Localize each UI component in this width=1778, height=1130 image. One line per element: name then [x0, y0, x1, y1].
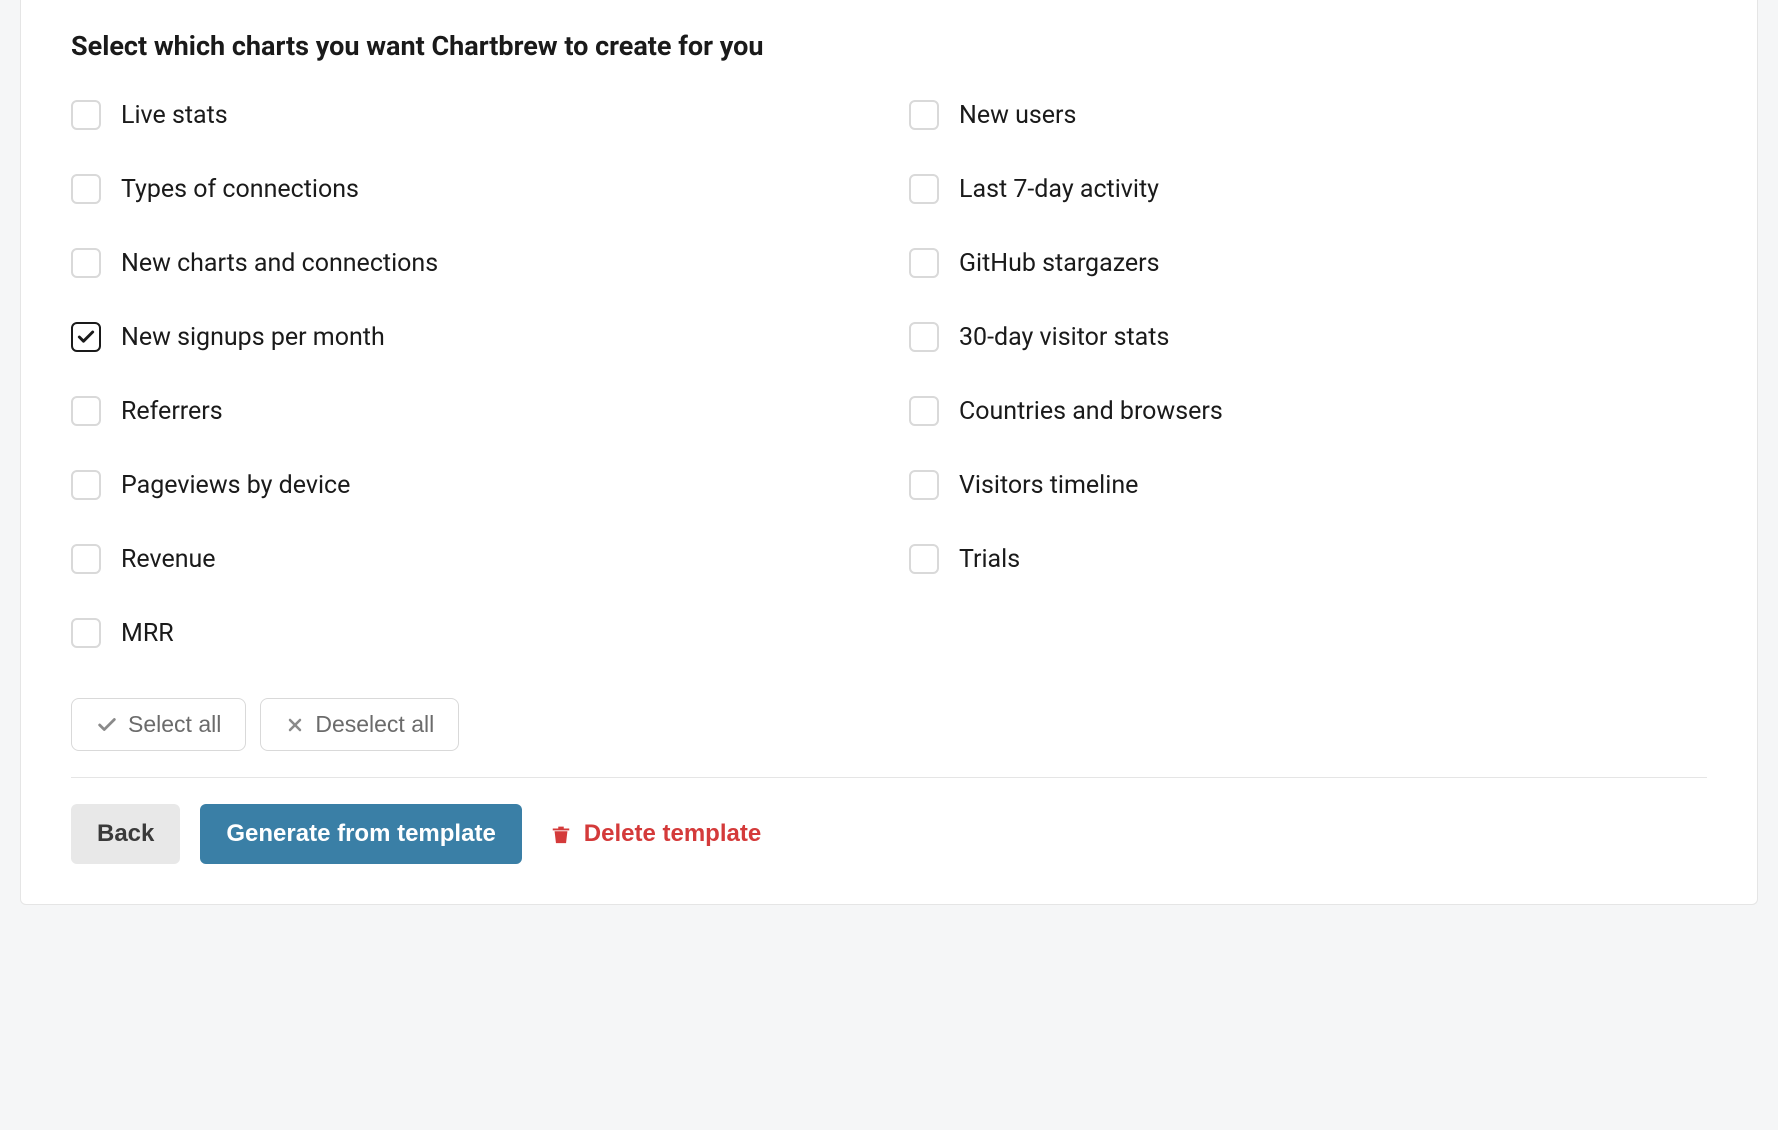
options-column-left: Live stats Types of connections New charts… [71, 100, 869, 648]
select-buttons-row: Select all Deselect all [71, 698, 1707, 751]
chart-option[interactable]: New users [909, 100, 1707, 130]
checkbox[interactable] [909, 100, 939, 130]
chart-option-label: Trials [959, 545, 1020, 574]
chart-option-label: New users [959, 101, 1076, 130]
chart-option[interactable]: Revenue [71, 544, 869, 574]
checkbox[interactable] [909, 174, 939, 204]
checkbox[interactable] [909, 396, 939, 426]
chart-option-label: New signups per month [121, 323, 385, 352]
chart-option[interactable]: GitHub stargazers [909, 248, 1707, 278]
chart-option[interactable]: 30-day visitor stats [909, 322, 1707, 352]
checkbox[interactable] [71, 470, 101, 500]
checkbox[interactable] [909, 544, 939, 574]
close-icon [285, 715, 305, 735]
trash-icon [550, 822, 572, 846]
checkbox[interactable] [71, 100, 101, 130]
chart-option[interactable]: Countries and browsers [909, 396, 1707, 426]
deselect-all-label: Deselect all [315, 711, 434, 738]
divider [71, 777, 1707, 778]
delete-template-label: Delete template [584, 820, 761, 848]
checkbox[interactable] [909, 470, 939, 500]
checkbox[interactable] [909, 248, 939, 278]
chart-option-label: Visitors timeline [959, 471, 1138, 500]
chart-option-label: 30-day visitor stats [959, 323, 1169, 352]
deselect-all-button[interactable]: Deselect all [260, 698, 459, 751]
chart-option-label: Last 7-day activity [959, 175, 1159, 204]
chart-option[interactable]: Visitors timeline [909, 470, 1707, 500]
chart-option-label: Pageviews by device [121, 471, 350, 500]
chart-option[interactable]: Pageviews by device [71, 470, 869, 500]
back-button[interactable]: Back [71, 804, 180, 864]
checkbox[interactable] [909, 322, 939, 352]
chart-option[interactable]: New signups per month [71, 322, 869, 352]
chart-option[interactable]: MRR [71, 618, 869, 648]
select-all-label: Select all [128, 711, 221, 738]
checkbox[interactable] [71, 396, 101, 426]
chart-option[interactable]: Last 7-day activity [909, 174, 1707, 204]
checkmark-icon [76, 327, 96, 347]
select-all-button[interactable]: Select all [71, 698, 246, 751]
chart-option-label: Referrers [121, 397, 223, 426]
options-column-right: New users Last 7-day activity GitHub starg… [909, 100, 1707, 648]
chart-option[interactable]: New charts and connections [71, 248, 869, 278]
action-row: Back Generate from template Delete templ… [71, 804, 1707, 864]
generate-button[interactable]: Generate from template [200, 804, 521, 864]
checkbox[interactable] [71, 618, 101, 648]
chart-option-label: GitHub stargazers [959, 249, 1160, 278]
chart-option-label: New charts and connections [121, 249, 438, 278]
chart-option-label: Types of connections [121, 175, 359, 204]
chart-option[interactable]: Referrers [71, 396, 869, 426]
chart-option-label: Countries and browsers [959, 397, 1223, 426]
options-columns: Live stats Types of connections New charts… [71, 100, 1707, 648]
chart-option[interactable]: Types of connections [71, 174, 869, 204]
panel-heading: Select which charts you want Chartbrew t… [71, 30, 1707, 62]
chart-option-label: Revenue [121, 545, 216, 574]
checkbox[interactable] [71, 544, 101, 574]
chart-option-label: Live stats [121, 101, 228, 130]
chart-option[interactable]: Trials [909, 544, 1707, 574]
delete-template-button[interactable]: Delete template [542, 804, 769, 864]
checkbox[interactable] [71, 322, 101, 352]
check-icon [96, 714, 118, 736]
chart-selection-panel: Select which charts you want Chartbrew t… [20, 0, 1758, 905]
checkbox[interactable] [71, 248, 101, 278]
chart-option[interactable]: Live stats [71, 100, 869, 130]
checkbox[interactable] [71, 174, 101, 204]
chart-option-label: MRR [121, 619, 174, 648]
